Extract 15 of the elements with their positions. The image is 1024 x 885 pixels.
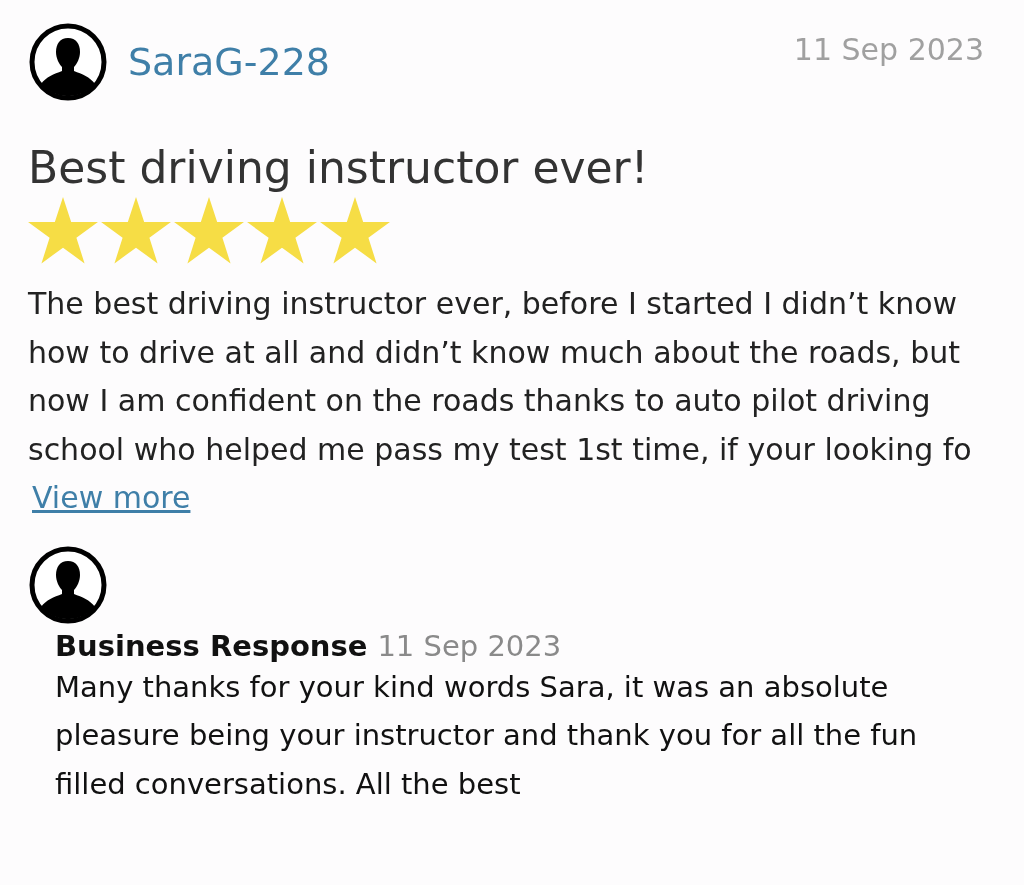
avatar-icon [28, 22, 108, 102]
avatar-icon [28, 544, 108, 625]
star-icon [320, 197, 390, 264]
review-title: Best driving instructor ever! [28, 142, 650, 193]
star-icon [174, 197, 244, 264]
review-date: 11 Sep 2023 [793, 32, 984, 67]
author-link[interactable]: SaraG-228 [128, 40, 330, 84]
view-more-link[interactable]: View more [32, 480, 191, 515]
star-icon [101, 197, 171, 264]
response-text: Many thanks for your kind words Sara, it was an absolute pleasure being your instructor and thank you for all the fun filled conversations. All the best [55, 668, 919, 803]
response-date: 11 Sep 2023 [377, 628, 562, 663]
review-text: The best driving instructor ever, before I started I didn’t know how to drive at all and didn’t know much about the roads, but now I am confident on the roads thanks to auto pilot driving school who helped me pass my test 1st time, if your looking fo View more [28, 285, 973, 517]
response-label: Business Response [55, 628, 368, 663]
star-icon [247, 197, 317, 264]
star-icon [28, 197, 98, 264]
